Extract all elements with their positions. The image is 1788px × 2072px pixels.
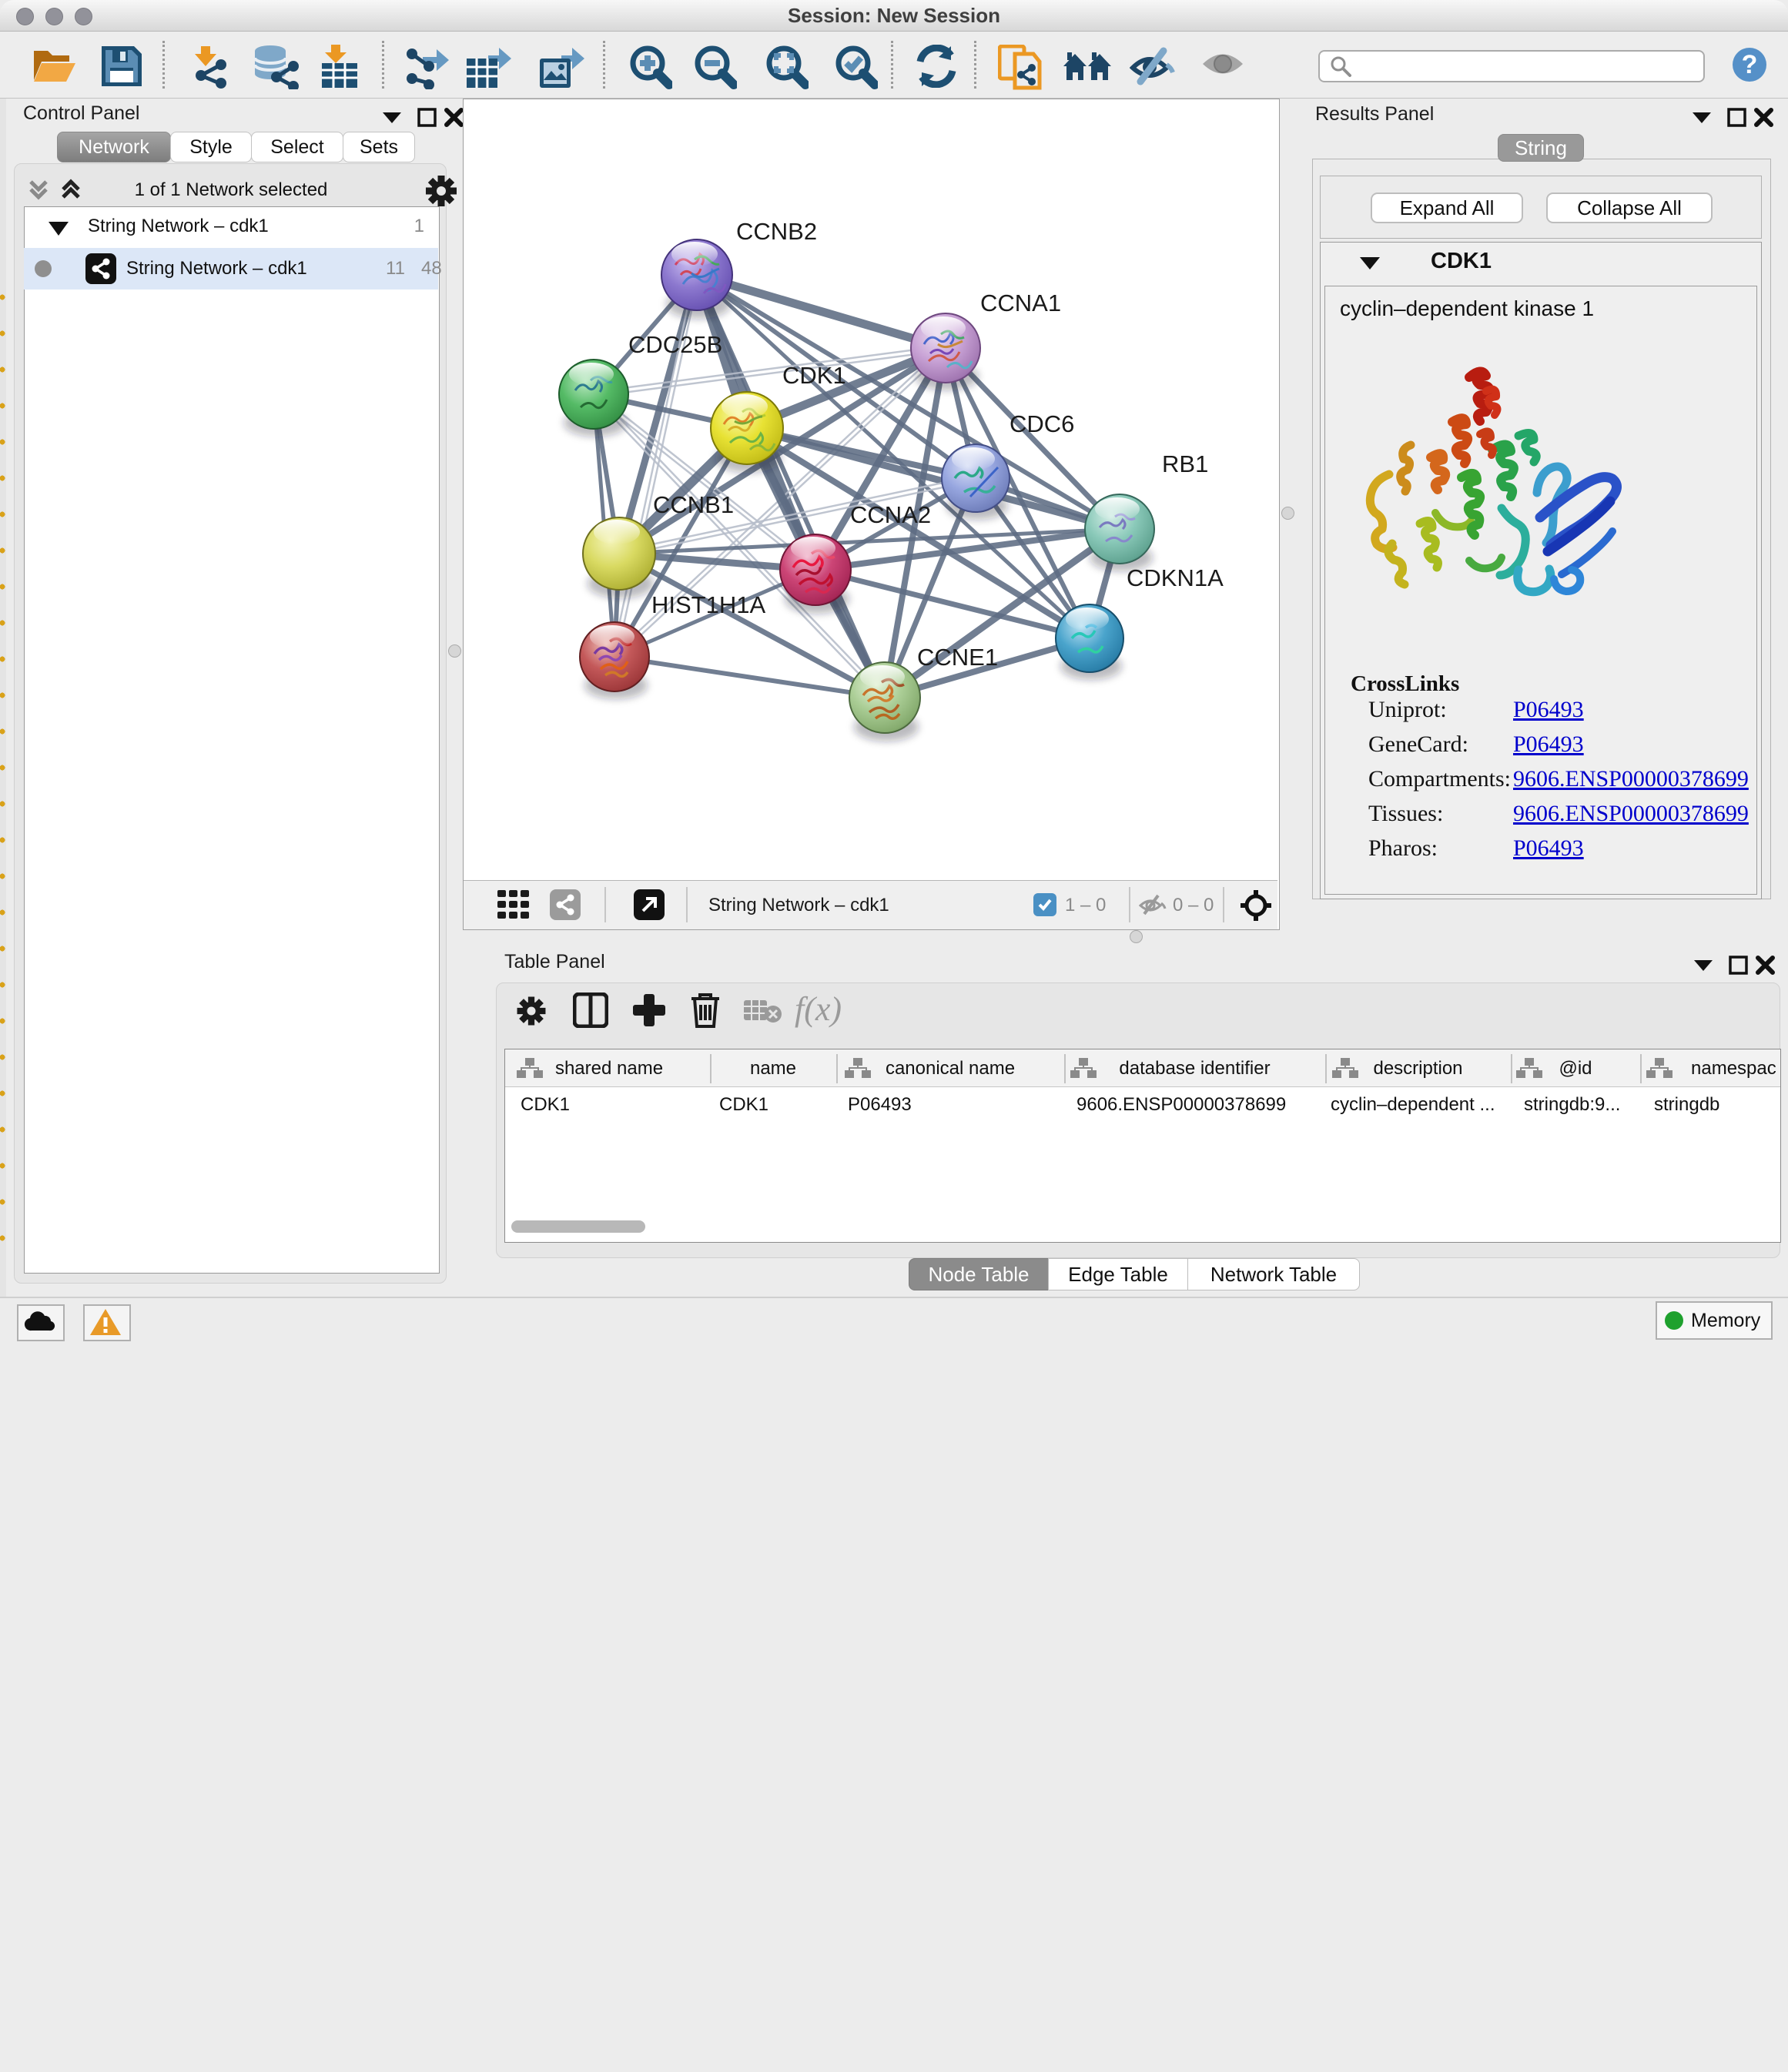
svg-text:CCNE1: CCNE1 bbox=[917, 644, 998, 671]
svg-text:CCNA1: CCNA1 bbox=[980, 290, 1061, 316]
svg-text:CDC6: CDC6 bbox=[1010, 410, 1074, 437]
svg-text:CCNB1: CCNB1 bbox=[653, 491, 734, 518]
svg-text:CCNA2: CCNA2 bbox=[850, 501, 931, 528]
svg-text:CDC25B: CDC25B bbox=[628, 331, 722, 358]
svg-text:RB1: RB1 bbox=[1162, 450, 1208, 477]
svg-text:CDKN1A: CDKN1A bbox=[1127, 564, 1224, 591]
svg-text:HIST1H1A: HIST1H1A bbox=[651, 591, 765, 618]
svg-text:CDK1: CDK1 bbox=[782, 362, 846, 389]
svg-text:CCNB2: CCNB2 bbox=[736, 218, 817, 245]
